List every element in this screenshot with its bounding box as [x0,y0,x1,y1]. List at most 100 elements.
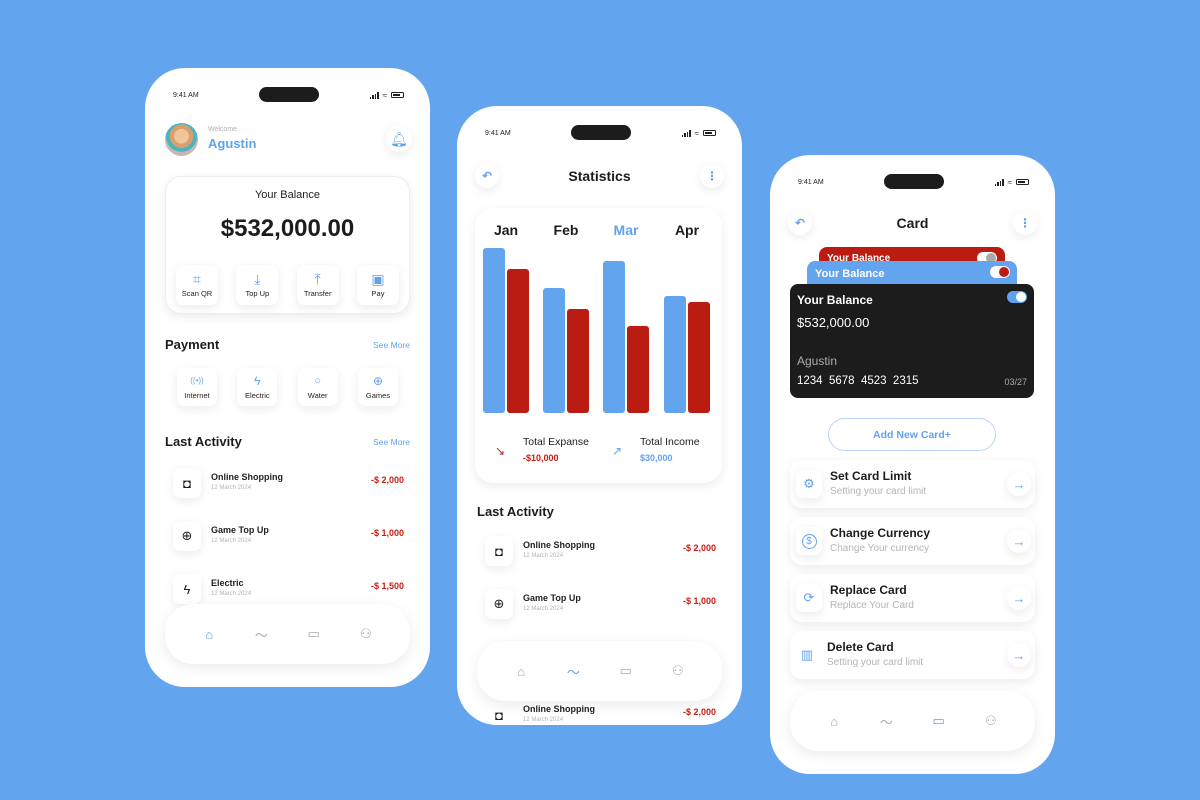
card-title: Your Balance [797,293,873,307]
action-label: Top Up [245,289,270,298]
activity-title: Game Top Up [523,593,581,603]
menu-subtitle: Change Your currency [830,543,929,554]
month-tab-jan[interactable]: Jan [481,222,531,238]
shopping-bag-icon: ◘ [485,536,513,566]
card-icon[interactable]: ▭ [304,626,324,642]
total-income-label: Total Income [640,436,700,448]
arrow-right-icon[interactable]: → [1007,472,1031,496]
home-screen: 9:41 AM ≈ Welcome Agustin 🔔︎ Your Balanc… [145,68,430,687]
user-icon[interactable]: ⚇ [668,663,688,679]
bar-income-jan [483,248,505,413]
card-main[interactable]: Your Balance $532,000.00 Agustin 1234 56… [790,284,1034,398]
top-up-button[interactable]: ⤓ Top Up [236,265,279,305]
activity-amount: -$ 2,000 [682,543,716,553]
wifi-icon: ≈ [1007,177,1012,187]
delete-card-item[interactable]: ▥ Delete Card Setting your card limit → [790,631,1035,679]
action-label: Transfer [303,289,332,298]
card-expiry: 03/27 [1004,377,1027,387]
activity-row[interactable]: ◘ Online Shopping 12 March 2024 -$ 2,000 [485,700,716,725]
bar-expense-jan [507,269,529,413]
payment-label: Internet [184,390,210,400]
activity-amount: -$ 2,000 [370,475,404,485]
user-icon[interactable]: ⚇ [981,713,1001,729]
notification-button[interactable]: 🔔︎ [386,126,412,152]
card-screen: 9:41 AM ≈ ↶ Card ⋮ Your Balance Your Bal… [770,155,1055,774]
bar-expense-mar [627,325,649,413]
payment-internet[interactable]: ((•)) Internet [177,368,217,406]
card-icon[interactable]: ▭ [929,713,949,729]
gamepad-icon: ⊕ [173,521,201,551]
trash-icon: ▥ [800,647,814,662]
last-activity-title: Last Activity [165,434,242,449]
arrow-right-icon[interactable]: → [1007,643,1031,667]
transfer-button[interactable]: ⤒ Transfer [296,265,339,305]
battery-icon [391,92,404,98]
payment-water[interactable]: ○ Water [297,368,338,406]
replace-card-item[interactable]: ⟳ Replace Card Replace Your Card → [790,574,1035,622]
more-options-button[interactable]: ⋮ [1013,211,1037,235]
gamepad-icon: ⊕ [372,373,384,388]
bar-income-mar [603,261,625,413]
arrow-right-icon[interactable]: → [1007,586,1031,610]
username: Agustin [208,136,257,151]
pay-button[interactable]: ▣ Pay [356,265,399,305]
payment-options: ((•)) Internet ϟ Electric ○ Water ⊕ Game… [177,368,398,406]
add-new-card-button[interactable]: Add New Card+ [828,418,996,451]
activity-date: 12 March 2024 [211,538,252,544]
avatar[interactable] [165,123,198,156]
arrow-right-icon[interactable]: → [1007,529,1031,553]
bottom-nav: ⌂ 〜 ▭ ⚇ [477,641,722,701]
home-icon[interactable]: ⌂ [511,664,531,679]
change-currency-item[interactable]: $ Change Currency Change Your currency → [790,517,1035,565]
download-tray-icon: ⤓ [254,271,261,287]
activity-row[interactable]: ⊕ Game Top Up 12 March 2024 -$ 1,000 [485,589,716,623]
shopping-bag-icon: ◘ [495,707,503,723]
home-icon[interactable]: ⌂ [824,714,844,729]
activity-row[interactable]: ⊕ Game Top Up 12 March 2024 -$ 1,000 [173,521,404,555]
trend-icon[interactable]: 〜 [876,712,896,731]
menu-title: Delete Card [827,640,894,654]
home-icon[interactable]: ⌂ [199,627,219,642]
payment-label: Water [307,390,328,400]
scan-qr-button[interactable]: ⌗ Scan QR [176,265,218,305]
menu-subtitle: Replace Your Card [830,600,914,611]
month-tab-feb[interactable]: Feb [541,222,591,238]
card-toggle[interactable] [990,266,1010,278]
card-icon[interactable]: ▭ [616,663,636,679]
trend-icon[interactable]: 〜 [251,625,271,644]
card-title: Your Balance [815,268,885,280]
wifi-icon: ≈ [694,128,699,138]
payment-see-more-link[interactable]: See More [373,340,410,350]
activity-row[interactable]: ϟ Electric 12 March 2024 -$ 1,500 [173,574,404,608]
activity-date: 12 March 2024 [523,606,564,612]
user-icon[interactable]: ⚇ [356,626,376,642]
activity-row[interactable]: ◘ Online Shopping 12 March 2024 -$ 2,000 [485,536,716,570]
activity-date: 12 March 2024 [211,591,252,597]
signal-icon [369,91,379,99]
status-time: 9:41 AM [173,91,199,99]
trend-icon[interactable]: 〜 [563,662,583,681]
set-card-limit-item[interactable]: ⚙ Set Card Limit Setting your card limit… [790,460,1035,508]
payment-label: Games [365,390,391,400]
card-toggle[interactable] [1007,291,1027,303]
gear-icon: ⚙ [796,470,822,498]
upload-tray-icon: ⤒ [314,271,321,287]
shopping-bag-icon: ◘ [173,468,201,498]
bottom-nav: ⌂ 〜 ▭ ⚇ [790,691,1035,751]
activity-amount: -$ 1,000 [682,596,716,606]
activity-row[interactable]: ◘ Online Shopping 12 March 2024 -$ 2,000 [173,468,404,502]
month-tab-mar[interactable]: Mar [601,222,651,238]
payment-electric[interactable]: ϟ Electric [237,368,278,406]
month-tab-apr[interactable]: Apr [662,222,712,238]
menu-title: Change Currency [830,526,931,540]
menu-subtitle: Setting your card limit [830,486,927,497]
qr-scan-icon: ⌗ [193,271,201,287]
welcome-label: Welcome [208,126,238,133]
activity-title: Online Shopping [523,704,595,714]
activity-see-more-link[interactable]: See More [373,437,410,447]
more-vertical-icon: ⋮ [1019,216,1031,230]
more-options-button[interactable]: ⋮ [700,164,724,188]
bar-expense-apr [688,302,710,413]
total-income-value: $30,000 [640,453,673,463]
payment-games[interactable]: ⊕ Games [357,368,398,406]
